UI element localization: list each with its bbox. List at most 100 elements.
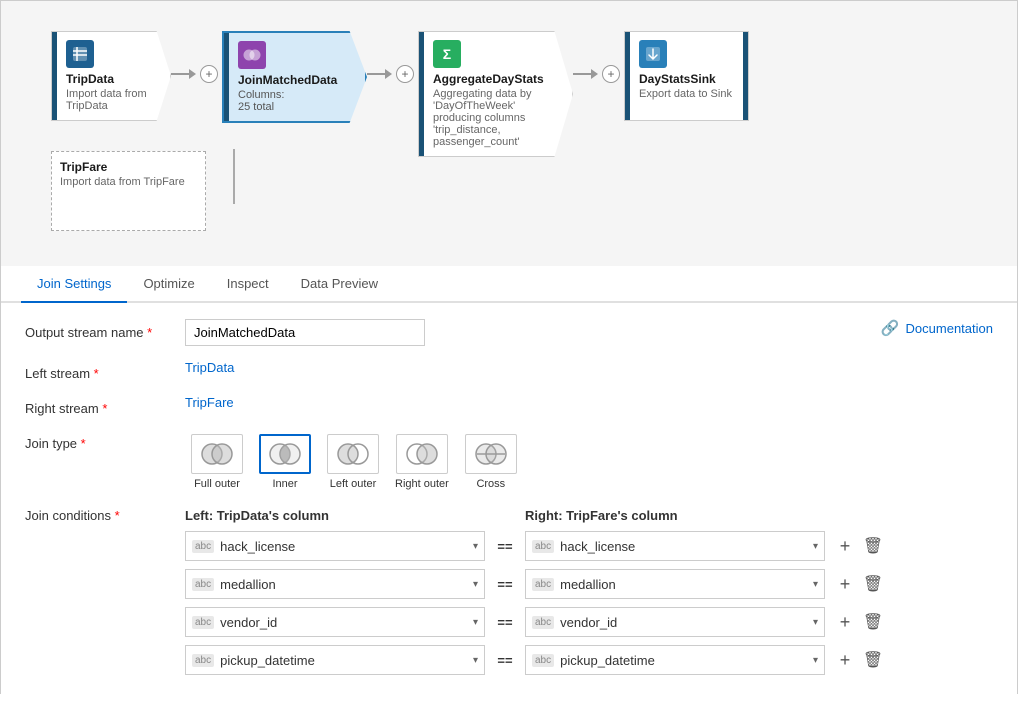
documentation-link[interactable]: 🔗 Documentation (881, 319, 993, 337)
tripdata-title: TripData (66, 72, 162, 86)
eq-sign-0: == (485, 539, 525, 554)
tab-optimize[interactable]: Optimize (127, 266, 210, 303)
right-field-arrow-1: ▾ (813, 579, 818, 590)
join-types-container: Full outer Inner (185, 430, 993, 494)
output-stream-label: Output stream name * (25, 319, 185, 340)
join-conditions-container: Left: TripData's column Right: TripFare'… (185, 508, 993, 683)
tab-inspect[interactable]: Inspect (211, 266, 285, 303)
join-option-cross[interactable]: Cross (459, 430, 523, 494)
right-field-3[interactable]: abc pickup_datetime ▾ (525, 645, 825, 675)
delete-condition-btn-1[interactable]: 🗑 (861, 572, 885, 596)
join-node[interactable]: JoinMatchedData Columns:25 total (222, 31, 367, 123)
join-option-full-outer[interactable]: Full outer (185, 430, 249, 494)
tab-data-preview[interactable]: Data Preview (285, 266, 394, 303)
aggregate-icon: Σ (433, 40, 461, 68)
tab-join-settings[interactable]: Join Settings (21, 266, 127, 303)
sink-icon (639, 40, 667, 68)
pipeline-area: TripData Import data from TripData + (1, 1, 1017, 266)
right-field-text-2: vendor_id (560, 615, 813, 630)
right-type-badge-0: abc (532, 540, 554, 553)
condition-row-3: abc pickup_datetime ▾ == abc pickup_date… (185, 645, 993, 675)
row-actions-0: + 🗑 (833, 534, 885, 558)
left-field-2[interactable]: abc vendor_id ▾ (185, 607, 485, 637)
delete-condition-btn-3[interactable]: 🗑 (861, 648, 885, 672)
add-after-join-btn[interactable]: + (396, 65, 414, 83)
aggregate-title: AggregateDayStats (433, 72, 564, 86)
output-stream-row: Output stream name * 🔗 Documentation (25, 319, 993, 346)
add-condition-btn-2[interactable]: + (833, 610, 857, 634)
sink-node[interactable]: DayStatsSink Export data to Sink (624, 31, 749, 121)
connector-1: + (171, 65, 222, 83)
output-stream-input[interactable] (185, 319, 425, 346)
join-icon-full-outer (191, 434, 243, 474)
delete-condition-btn-0[interactable]: 🗑 (861, 534, 885, 558)
left-field-text-1: medallion (220, 577, 473, 592)
add-condition-btn-1[interactable]: + (833, 572, 857, 596)
conditions-headers: Left: TripData's column Right: TripFare'… (185, 508, 993, 523)
right-stream-value: TripFare (185, 395, 993, 410)
tripfare-node[interactable]: TripFare Import data from TripFare (51, 151, 206, 231)
eq-sign-1: == (485, 577, 525, 592)
tabs-bar: Join Settings Optimize Inspect Data Prev… (1, 266, 1017, 303)
left-field-arrow-1: ▾ (473, 579, 478, 590)
full-outer-label: Full outer (194, 478, 240, 490)
join-type-label: Join type * (25, 430, 185, 451)
tripdata-node[interactable]: TripData Import data from TripData (51, 31, 171, 121)
eq-sign-2: == (485, 615, 525, 630)
delete-condition-btn-2[interactable]: 🗑 (861, 610, 885, 634)
join-option-right-outer[interactable]: Right outer (389, 430, 455, 494)
join-icon-cross (465, 434, 517, 474)
add-after-source-btn[interactable]: + (200, 65, 218, 83)
right-type-badge-2: abc (532, 616, 554, 629)
join-option-left-outer[interactable]: Left outer (321, 430, 385, 494)
join-icon-right-outer (396, 434, 448, 474)
left-field-1[interactable]: abc medallion ▾ (185, 569, 485, 599)
join-type-row: Join type * Full outer (25, 430, 993, 494)
left-outer-svg (335, 440, 371, 468)
right-outer-svg (404, 440, 440, 468)
settings-form: Output stream name * 🔗 Documentation Lef… (1, 303, 1017, 713)
cross-svg (473, 440, 509, 468)
tripdata-desc: Import data from TripData (66, 88, 162, 112)
left-stream-label: Left stream * (25, 360, 185, 381)
tripfare-title: TripFare (60, 160, 197, 174)
left-type-badge-2: abc (192, 616, 214, 629)
row-actions-1: + 🗑 (833, 572, 885, 596)
right-field-arrow-0: ▾ (813, 541, 818, 552)
right-type-badge-3: abc (532, 654, 554, 667)
left-stream-link[interactable]: TripData (185, 360, 234, 375)
right-field-1[interactable]: abc medallion ▾ (525, 569, 825, 599)
left-field-text-3: pickup_datetime (220, 653, 473, 668)
right-field-0[interactable]: abc hack_license ▾ (525, 531, 825, 561)
right-stream-link[interactable]: TripFare (185, 395, 234, 410)
left-field-3[interactable]: abc pickup_datetime ▾ (185, 645, 485, 675)
right-stream-label: Right stream * (25, 395, 185, 416)
left-outer-label: Left outer (330, 478, 376, 490)
sink-title: DayStatsSink (639, 72, 740, 86)
connector-3: + (573, 65, 624, 83)
aggregate-node[interactable]: Σ AggregateDayStats Aggregating data by … (418, 31, 573, 157)
join-option-inner[interactable]: Inner (253, 430, 317, 494)
right-type-badge-1: abc (532, 578, 554, 591)
right-field-arrow-2: ▾ (813, 617, 818, 628)
add-condition-btn-3[interactable]: + (833, 648, 857, 672)
required-star-right: * (102, 401, 107, 416)
sink-desc: Export data to Sink (639, 88, 740, 100)
right-stream-row: Right stream * TripFare (25, 395, 993, 416)
join-icon-inner (259, 434, 311, 474)
join-title: JoinMatchedData (238, 73, 357, 87)
left-stream-value: TripData (185, 360, 993, 375)
row-actions-3: + 🗑 (833, 648, 885, 672)
left-field-0[interactable]: abc hack_license ▾ (185, 531, 485, 561)
join-icon-left-outer (327, 434, 379, 474)
required-star-join: * (81, 436, 86, 451)
output-stream-value (185, 319, 841, 346)
left-type-badge-1: abc (192, 578, 214, 591)
inner-label: Inner (272, 478, 297, 490)
condition-row-0: abc hack_license ▾ == abc hack_license ▾… (185, 531, 993, 561)
left-field-arrow-2: ▾ (473, 617, 478, 628)
add-condition-btn-0[interactable]: + (833, 534, 857, 558)
add-after-aggregate-btn[interactable]: + (602, 65, 620, 83)
right-field-2[interactable]: abc vendor_id ▾ (525, 607, 825, 637)
vertical-connector (233, 149, 235, 204)
